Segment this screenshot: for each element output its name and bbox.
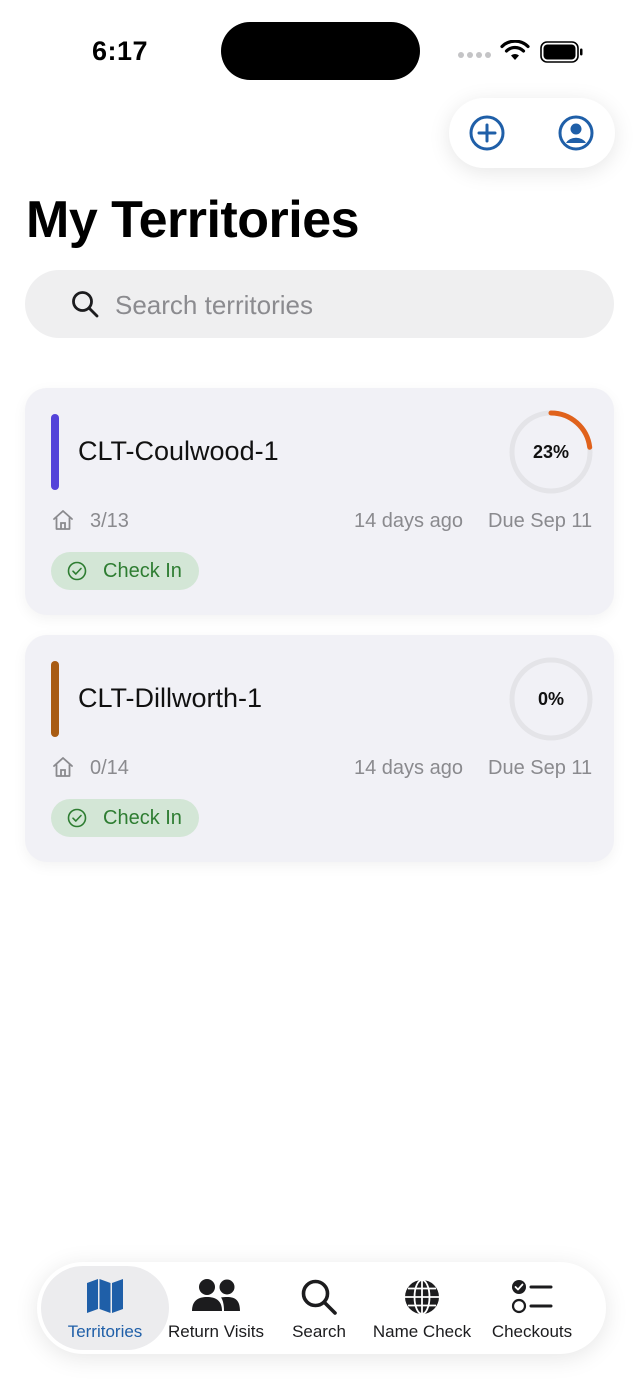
territory-card[interactable]: CLT-Dillworth-1 0% 0/14 14 days ago Due … — [25, 635, 614, 862]
tab-territories[interactable]: Territories — [37, 1262, 173, 1354]
houses-worked-count: 0/14 — [90, 757, 129, 779]
search-icon — [301, 1279, 337, 1315]
due-date: Due Sep 11 — [488, 757, 593, 779]
territory-color-stripe — [51, 414, 59, 490]
territory-name: CLT-Dillworth-1 — [78, 683, 263, 713]
add-territory-button[interactable] — [467, 113, 507, 153]
tab-search[interactable]: Search — [277, 1262, 361, 1354]
check-in-button[interactable]: Check In — [51, 799, 199, 837]
house-icon — [53, 757, 73, 777]
territory-card[interactable]: CLT-Coulwood-1 23% 3/13 14 days ago Due … — [25, 388, 614, 615]
tab-bar: Territories Return Visits Search Name Ch… — [37, 1262, 606, 1354]
plus-circle-icon — [469, 115, 505, 151]
last-worked-date: 14 days ago — [354, 510, 463, 532]
checkmark-circle-icon — [67, 561, 87, 581]
page-title: My Territories — [26, 191, 360, 249]
checkmark-circle-icon — [67, 808, 87, 828]
check-in-label: Check In — [103, 560, 182, 582]
profile-button[interactable] — [556, 113, 596, 153]
check-in-button[interactable]: Check In — [51, 552, 199, 590]
people-icon — [192, 1279, 240, 1311]
tab-label: Territories — [67, 1322, 143, 1341]
check-in-label: Check In — [103, 807, 182, 829]
tab-label: Search — [292, 1322, 346, 1341]
cellular-signal-icon — [458, 52, 491, 58]
map-icon — [87, 1279, 123, 1313]
wifi-icon — [500, 40, 530, 60]
tab-label: Return Visits — [167, 1322, 265, 1341]
tab-label: Name Check — [372, 1322, 472, 1341]
progress-percent: 23% — [532, 441, 570, 462]
top-actions — [449, 98, 615, 168]
progress-percent: 0% — [537, 688, 564, 709]
house-icon — [53, 510, 73, 530]
tab-checkouts[interactable]: Checkouts — [485, 1262, 579, 1354]
search-icon — [72, 291, 99, 318]
status-bar: 6:17 — [0, 0, 640, 100]
globe-icon — [405, 1279, 439, 1315]
due-date: Due Sep 11 — [488, 510, 593, 532]
tab-label: Checkouts — [491, 1322, 573, 1341]
person-circle-icon — [558, 115, 594, 151]
last-worked-date: 14 days ago — [354, 757, 463, 779]
territory-name: CLT-Coulwood-1 — [78, 436, 279, 466]
checklist-icon — [511, 1280, 553, 1314]
territory-color-stripe — [51, 661, 59, 737]
search-bar[interactable] — [25, 270, 614, 338]
battery-icon — [540, 41, 583, 63]
houses-worked-count: 3/13 — [90, 510, 129, 532]
search-input[interactable] — [113, 284, 597, 326]
tab-name-check[interactable]: Name Check — [367, 1262, 477, 1354]
tab-return-visits[interactable]: Return Visits — [163, 1262, 269, 1354]
status-time: 6:17 — [92, 36, 149, 66]
dynamic-island — [221, 22, 420, 80]
